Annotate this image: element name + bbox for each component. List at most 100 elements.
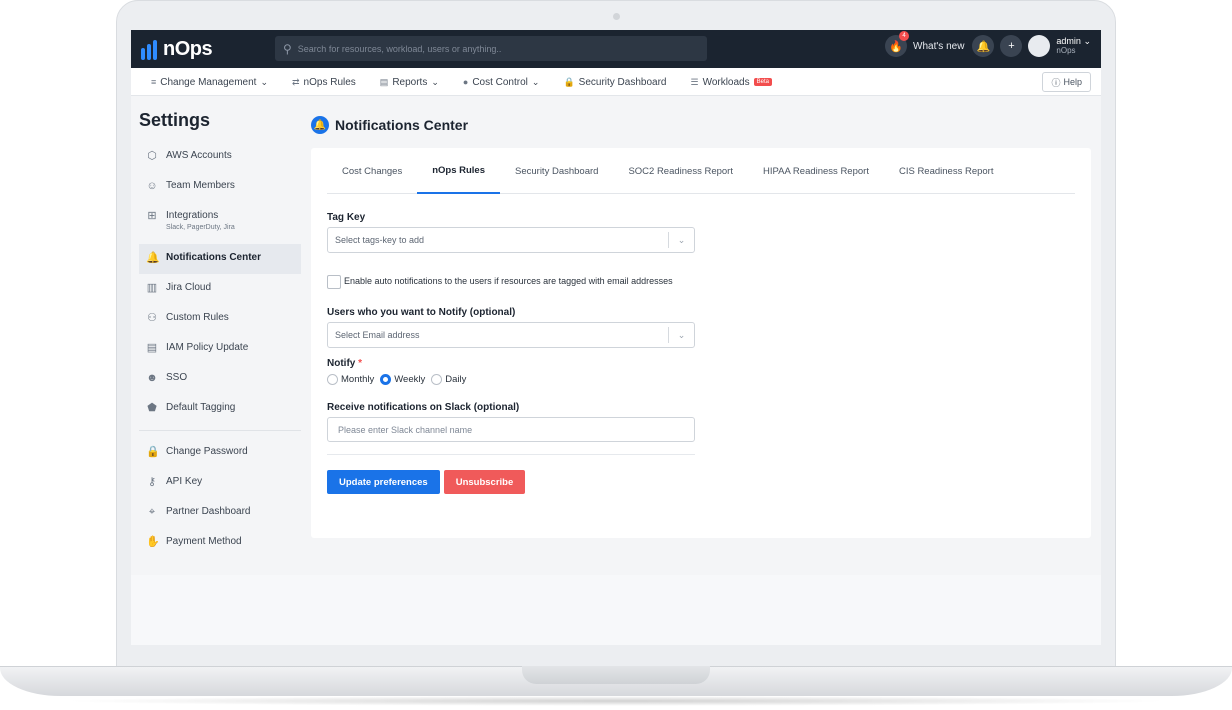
radio-label: Daily — [445, 374, 467, 385]
search-input[interactable] — [297, 43, 678, 54]
app-logo[interactable]: nOps — [141, 38, 213, 61]
radio-daily[interactable]: Daily — [431, 374, 466, 385]
sidebar-item-text: Default Tagging — [166, 402, 235, 413]
notify-frequency-group: Monthly Weekly Daily — [327, 374, 695, 385]
bell-icon: 🔔 — [976, 40, 991, 53]
tag-key-placeholder: Select tags-key to add — [335, 235, 425, 245]
help-button[interactable]: ⓘ Help — [1042, 72, 1091, 92]
chevron-down-icon[interactable]: ⌄ — [668, 327, 694, 343]
sidebar-item-payment-method[interactable]: ✋ Payment Method — [139, 528, 301, 558]
key-icon: ⚷ — [147, 476, 157, 488]
tab-security-dashboard[interactable]: Security Dashboard — [500, 148, 613, 194]
sidebar-item-integrations[interactable]: ⊞ Integrations Slack, PagerDuty, Jira — [139, 202, 301, 244]
sidebar-item-label: Jira Cloud — [166, 282, 212, 293]
sidebar-item-sso[interactable]: ☻ SSO — [139, 364, 301, 394]
whats-new-label[interactable]: What's new — [913, 41, 964, 52]
slack-channel-input[interactable] — [327, 417, 695, 442]
nav-item-2[interactable]: ▤ Reports ⌄ — [380, 77, 439, 88]
sidebar-item-label: Partner Dashboard — [166, 506, 251, 517]
nav-item-1[interactable]: ⇄ nOps Rules — [292, 77, 356, 88]
radio-weekly[interactable]: Weekly — [380, 374, 425, 385]
tab-cis-readiness-report[interactable]: CIS Readiness Report — [884, 148, 1009, 194]
radio-dot[interactable] — [327, 374, 338, 385]
radio-dot[interactable] — [431, 374, 443, 385]
auto-notify-row[interactable]: Enable auto notifications to the users i… — [327, 275, 695, 289]
sidebar-item-text: Notifications Center — [166, 252, 261, 263]
avatar[interactable] — [1028, 35, 1051, 57]
users-select[interactable]: Select Email address ⌄ — [327, 322, 695, 348]
notifications-button[interactable]: 🔔 — [972, 35, 995, 57]
sidebar-item-label: Integrations — [166, 210, 219, 221]
sidebar-item-change-password[interactable]: 🔒 Change Password — [139, 438, 301, 468]
tab-soc2-readiness-report[interactable]: SOC2 Readiness Report — [613, 148, 748, 194]
tab-nops-rules[interactable]: nOps Rules — [417, 148, 500, 194]
chevron-down-icon[interactable]: ⌄ — [668, 232, 694, 248]
tag-icon: ⬟ — [147, 402, 157, 414]
sidebar-item-text: API Key — [166, 476, 202, 487]
radio-label: Weekly — [394, 374, 426, 385]
sidebar-item-partner-dashboard[interactable]: ⌖ Partner Dashboard — [139, 498, 301, 528]
search-icon: ⚲ — [283, 41, 292, 56]
tab-cost-changes[interactable]: Cost Changes — [327, 148, 417, 194]
nav-item-label: Reports — [392, 76, 428, 88]
user-menu[interactable]: admin ⌄ nOps — [1056, 36, 1091, 56]
auto-notify-checkbox[interactable] — [327, 275, 341, 289]
whats-new-button[interactable]: 🔥 4 — [885, 31, 910, 57]
page-title: Settings — [139, 110, 211, 130]
sidebar-divider — [139, 430, 301, 431]
global-search[interactable]: ⚲ — [275, 36, 707, 61]
user-org: nOps — [1056, 46, 1076, 55]
sidebar-item-team-members[interactable]: ☺ Team Members — [139, 172, 301, 202]
notify-label: Notify * — [327, 358, 363, 369]
list-icon: ≡ — [151, 77, 157, 87]
sidebar-item-text: Jira Cloud — [166, 282, 211, 293]
user-name: admin ⌄ — [1056, 36, 1091, 46]
sidebar-item-label: AWS Accounts — [166, 150, 232, 161]
stack-icon: ☰ — [690, 76, 699, 87]
form-divider — [327, 454, 695, 455]
sidebar-item-default-tagging[interactable]: ⬟ Default Tagging — [139, 394, 301, 424]
tab-hipaa-readiness-report[interactable]: HIPAA Readiness Report — [748, 148, 884, 194]
update-preferences-button[interactable]: Update preferences — [327, 470, 440, 494]
sidebar-item-notifications-center[interactable]: 🔔 Notifications Center — [139, 244, 301, 274]
lock-icon: 🔒 — [563, 76, 575, 87]
radio-monthly[interactable]: Monthly — [327, 374, 374, 385]
sidebar-item-label: Change Password — [166, 446, 248, 457]
arrows-icon: ⇄ — [292, 76, 300, 87]
users-label: Users who you want to Notify (optional) — [327, 307, 516, 318]
nav-item-label: nOps Rules — [303, 76, 356, 88]
nav-item-3[interactable]: ● Cost Control ⌄ — [463, 77, 540, 88]
notifications-card: Cost Changes nOps Rules Security Dashboard… — [311, 148, 1091, 538]
sidebar-group-account: 🔒 Change Password ⚷ API Key ⌖ Partner Dashboa… — [139, 438, 301, 558]
section-header: 🔔 Notifications Center — [311, 116, 468, 134]
padlock-icon: 🔒 — [146, 446, 160, 458]
nav-item-5[interactable]: ☰ Workloads Beta — [690, 76, 772, 88]
sidebar-item-jira-cloud[interactable]: ▥ Jira Cloud — [139, 274, 301, 304]
sidebar-item-iam-policy-update[interactable]: ▤ IAM Policy Update — [139, 334, 301, 364]
sidebar-item-api-key[interactable]: ⚷ API Key — [139, 468, 301, 498]
cube-icon: ⬡ — [147, 150, 157, 162]
users-icon: ☺ — [146, 180, 158, 192]
logo-text: nOps — [163, 38, 213, 60]
tag-key-select[interactable]: Select tags-key to add ⌄ — [327, 227, 695, 253]
unsubscribe-button[interactable]: Unsubscribe — [443, 470, 526, 494]
nav-item-4[interactable]: 🔒 Security Dashboard — [563, 77, 666, 88]
sidebar-item-aws-accounts[interactable]: ⬡ AWS Accounts — [139, 142, 301, 172]
laptop-shadow — [60, 696, 1172, 706]
nav-item-0[interactable]: ≡ Change Management ⌄ — [151, 77, 268, 88]
sidebar-item-text: Payment Method — [166, 536, 242, 547]
radio-dot[interactable] — [380, 374, 392, 385]
app-screen: nOps ⚲ 🔥 4 What's new 🔔 + admin ⌄ nOps — [131, 30, 1101, 645]
add-button[interactable]: + — [1000, 35, 1023, 57]
notification-form: Tag Key Select tags-key to add ⌄ Enable … — [327, 212, 695, 494]
tag-key-label: Tag Key — [327, 212, 366, 223]
chevron-down-icon: ⌄ — [260, 76, 268, 87]
lower-background — [131, 575, 1101, 645]
hand-money-icon: ✋ — [146, 536, 160, 548]
sidebar-item-label: Default Tagging — [166, 402, 236, 413]
main-nav: ≡ Change Management ⌄ ⇄ nOps Rules ▤ Reports ⌄ ●… — [131, 68, 1101, 96]
sidebar-item-custom-rules[interactable]: ⚇ Custom Rules — [139, 304, 301, 334]
logo-bars-icon — [141, 39, 157, 60]
handshake-icon: ⌖ — [148, 506, 156, 518]
camera-dot — [613, 13, 620, 20]
